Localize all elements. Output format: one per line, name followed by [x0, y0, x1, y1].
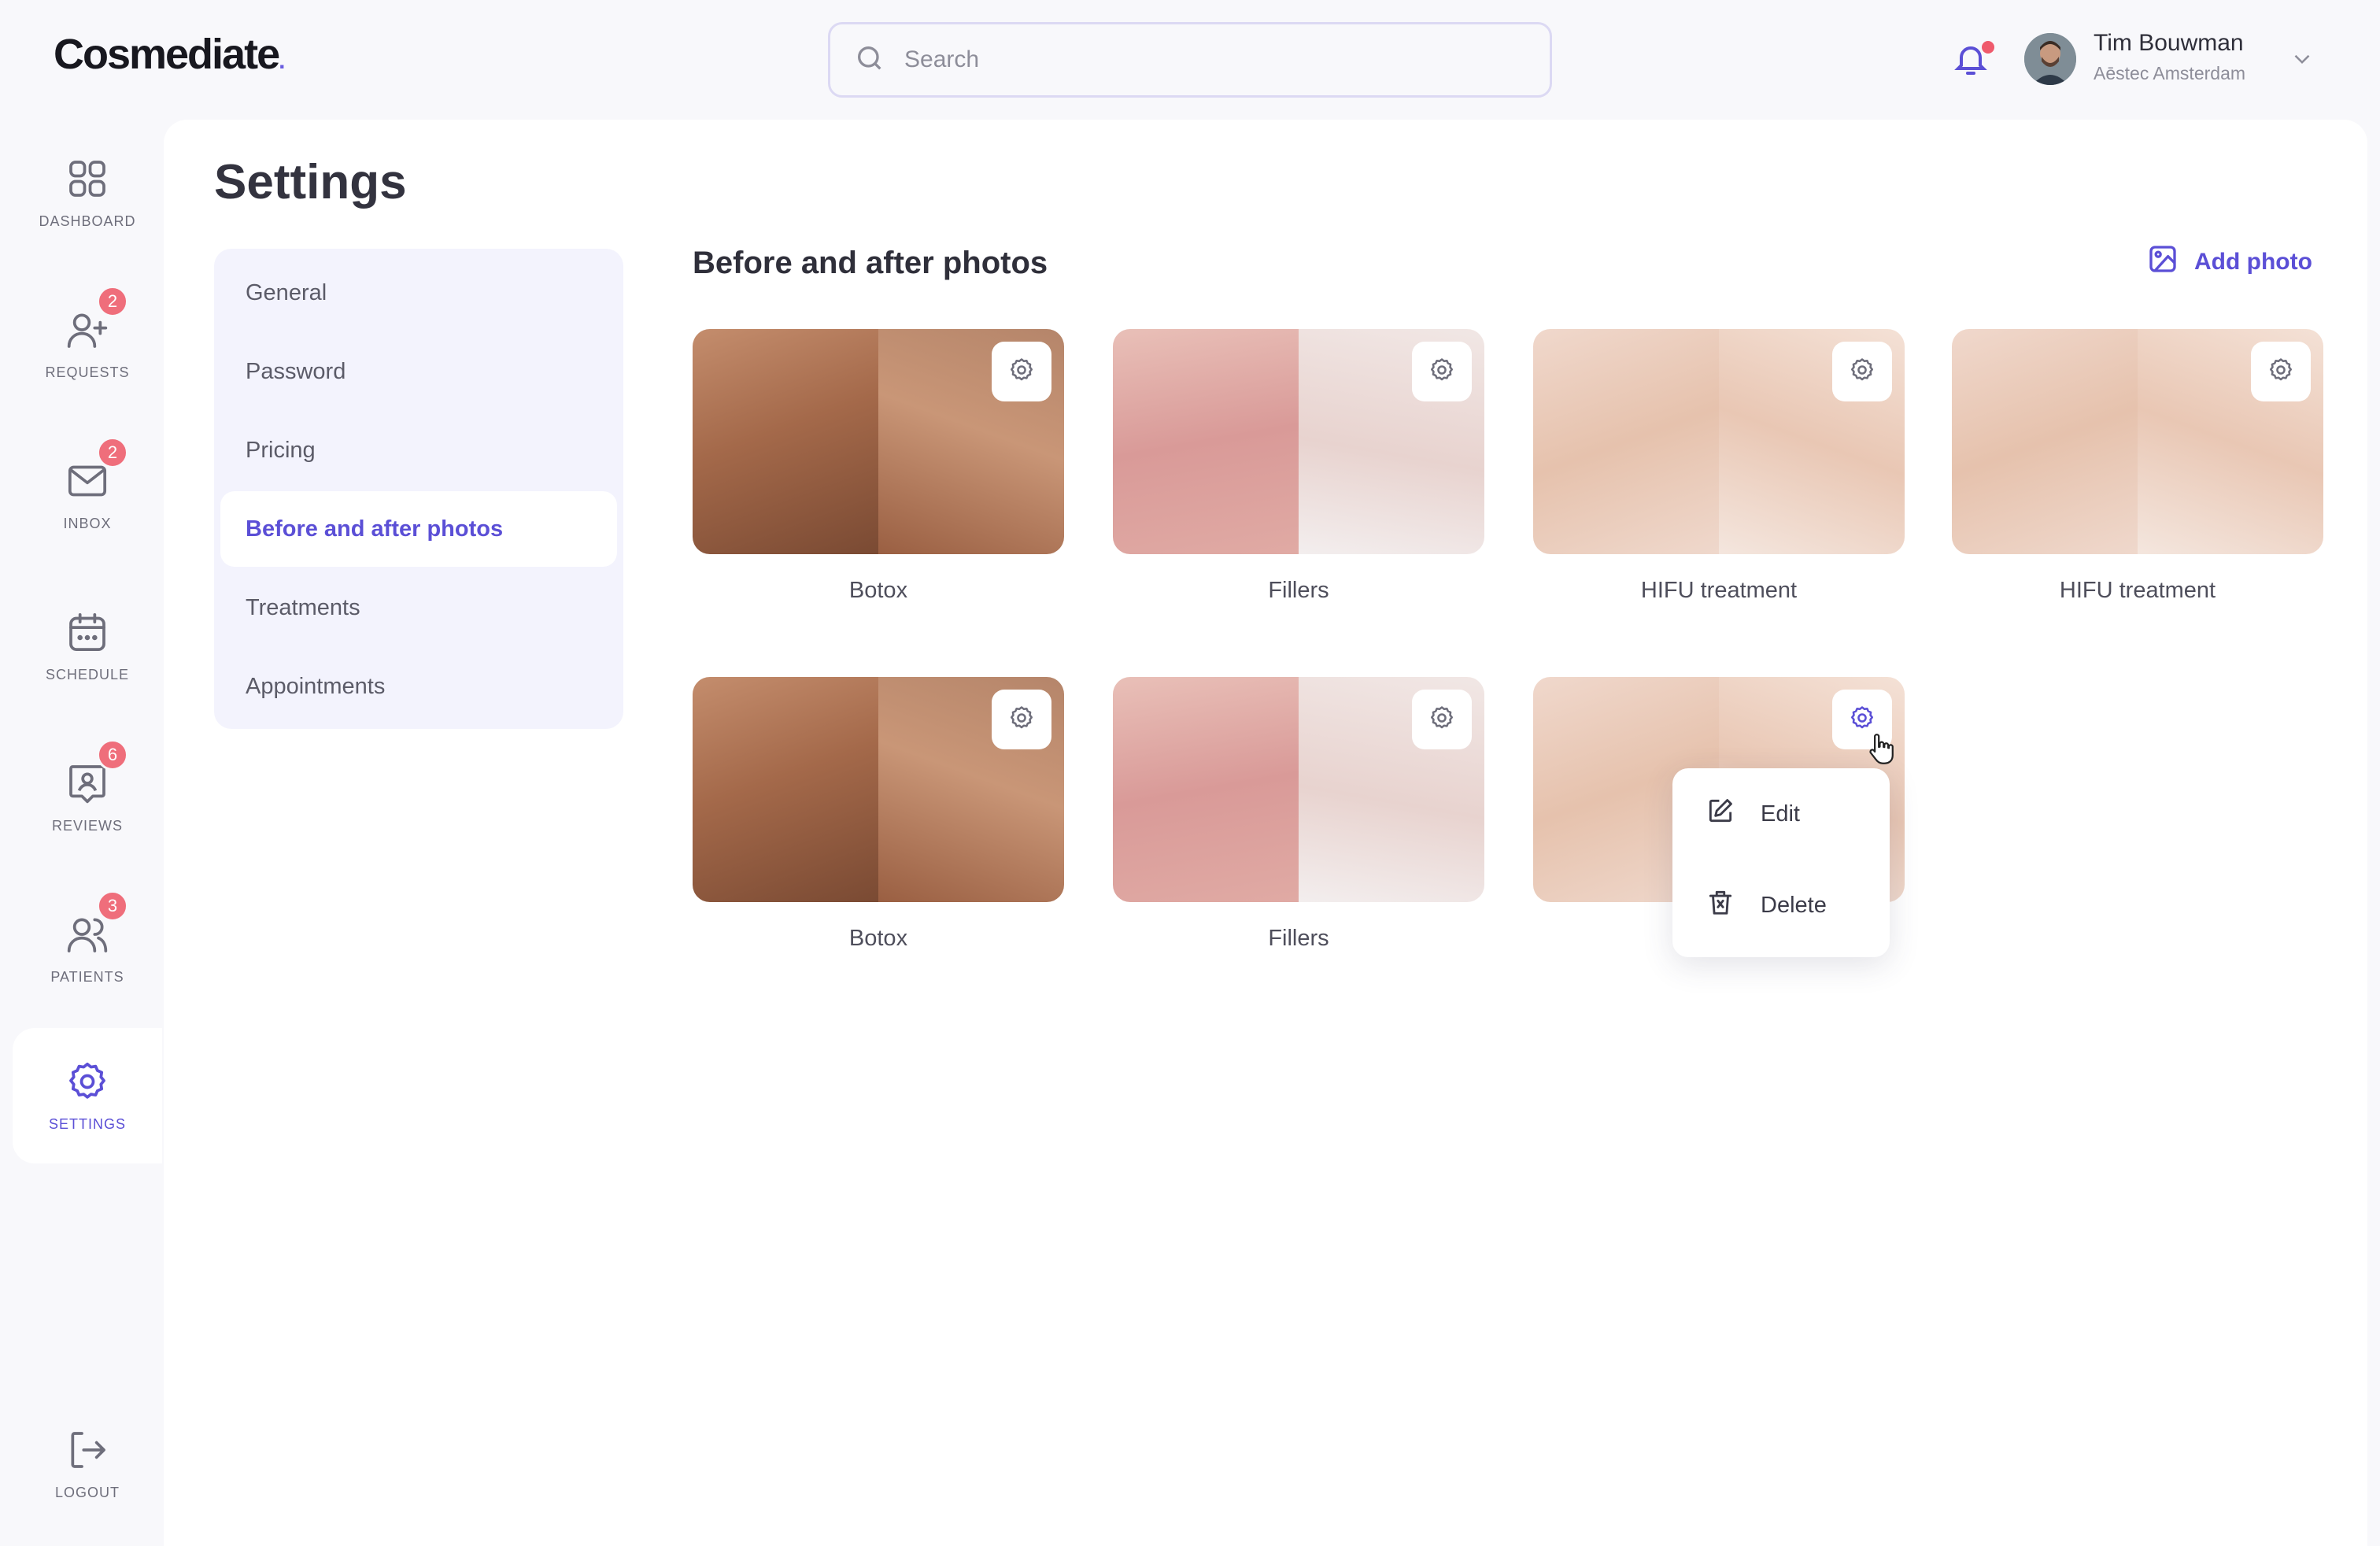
bell-icon: [1952, 46, 1990, 82]
photo-caption: Fillers: [1268, 926, 1329, 951]
before-image: [693, 329, 878, 554]
gear-icon: [2267, 357, 2294, 387]
photo-settings-button[interactable]: [992, 690, 1051, 749]
before-after-image[interactable]: [1113, 677, 1484, 902]
sidebar-item-requests[interactable]: 2 REQUESTS: [13, 277, 162, 411]
image-icon: [2147, 243, 2179, 281]
sidebar-item-dashboard[interactable]: DASHBOARD: [13, 126, 162, 260]
inbox-badge: 2: [97, 436, 128, 468]
photo-settings-button[interactable]: [1412, 342, 1472, 401]
gear-icon: [1849, 357, 1876, 387]
avatar[interactable]: [2024, 33, 2076, 85]
before-after-image[interactable]: [693, 329, 1064, 554]
settings-nav-password[interactable]: Password: [220, 334, 617, 409]
sidebar-item-label: REVIEWS: [51, 817, 123, 834]
photo-settings-button[interactable]: [1412, 690, 1472, 749]
page-title: Settings: [214, 155, 407, 209]
add-photo-button[interactable]: Add photo: [2147, 244, 2312, 280]
gear-icon: [1008, 705, 1035, 735]
settings-nav-pricing[interactable]: Pricing: [220, 412, 617, 488]
sidebar-item-inbox[interactable]: 2 INBOX: [13, 428, 162, 562]
photo-settings-button[interactable]: [1832, 342, 1892, 401]
before-after-image[interactable]: [693, 677, 1064, 902]
notifications-button[interactable]: [1952, 39, 1994, 82]
logo-dot: .: [279, 48, 285, 74]
app-logo[interactable]: Cosmediate.: [54, 30, 286, 79]
menu-item-delete[interactable]: Delete: [1672, 860, 1890, 951]
photo-settings-button[interactable]: [992, 342, 1051, 401]
trash-icon: [1706, 887, 1735, 923]
sidebar-item-patients[interactable]: 3 PATIENTS: [13, 882, 162, 1015]
logout-icon: [65, 1428, 109, 1472]
section-title: Before and after photos: [693, 246, 1048, 280]
settings-nav-general[interactable]: General: [220, 255, 617, 331]
user-name[interactable]: Tim Bouwman: [2094, 30, 2244, 57]
menu-item-edit[interactable]: Edit: [1672, 768, 1890, 860]
edit-icon: [1706, 796, 1735, 832]
sidebar: DASHBOARD 2 REQUESTS 2 INBOX SCHEDULE 6 …: [0, 118, 164, 1546]
photo-caption: Fillers: [1268, 578, 1329, 603]
before-image: [693, 677, 878, 902]
sidebar-item-label: PATIENTS: [50, 968, 124, 985]
sidebar-item-schedule[interactable]: SCHEDULE: [13, 579, 162, 713]
notification-dot: [1982, 41, 1994, 54]
logout-label: LOGOUT: [54, 1484, 120, 1500]
sidebar-item-settings[interactable]: SETTINGS: [13, 1028, 162, 1163]
photo-caption: HIFU treatment: [1640, 578, 1798, 603]
before-after-image[interactable]: [1952, 329, 2323, 554]
gear-icon: [65, 1060, 109, 1104]
photo-card[interactable]: Botox: [693, 677, 1064, 952]
photo-card[interactable]: HIFU treatment: [1952, 329, 2323, 604]
calendar-icon: [65, 610, 109, 654]
photo-settings-button[interactable]: [2251, 342, 2311, 401]
hand-cursor-icon: [1867, 732, 1897, 768]
sidebar-item-label: SETTINGS: [48, 1115, 126, 1132]
photo-card[interactable]: Fillers: [1113, 329, 1484, 604]
photo-card[interactable]: Botox: [693, 329, 1064, 604]
gear-icon: [1428, 357, 1455, 387]
menu-item-label: Delete: [1761, 892, 1827, 918]
users-icon: 3: [65, 890, 128, 956]
sidebar-item-label: REQUESTS: [45, 364, 130, 380]
gear-icon: [1849, 705, 1876, 735]
sidebar-item-label: INBOX: [63, 515, 112, 531]
search-bar[interactable]: [828, 22, 1552, 98]
sidebar-item-label: SCHEDULE: [45, 666, 130, 682]
user-organization: Aēstec Amsterdam: [2094, 63, 2246, 83]
search-input[interactable]: [904, 46, 1534, 73]
before-image: [1113, 329, 1299, 554]
patients-badge: 3: [97, 890, 128, 922]
sidebar-item-label: DASHBOARD: [39, 213, 136, 229]
settings-nav-before-after-photos[interactable]: Before and after photos: [220, 491, 617, 567]
settings-nav-treatments[interactable]: Treatments: [220, 570, 617, 645]
photo-card[interactable]: HIFU treatment: [1533, 329, 1905, 604]
review-icon: 6: [65, 738, 128, 805]
before-after-image[interactable]: [1533, 329, 1905, 554]
reviews-badge: 6: [97, 738, 128, 771]
before-image: [1533, 329, 1719, 554]
logout-button[interactable]: LOGOUT: [13, 1401, 162, 1527]
photo-caption: Botox: [848, 926, 908, 951]
chevron-down-icon[interactable]: [2289, 46, 2315, 72]
before-image: [1952, 329, 2138, 554]
before-image: [1113, 677, 1299, 902]
user-plus-icon: 2: [65, 285, 128, 352]
dashboard-grid-icon: [65, 157, 109, 201]
settings-nav-appointments[interactable]: Appointments: [220, 649, 617, 724]
logo-text: Cosmediate: [54, 31, 280, 78]
add-photo-label: Add photo: [2194, 249, 2312, 275]
photo-card[interactable]: Fillers: [1113, 677, 1484, 952]
gear-icon: [1428, 705, 1455, 735]
gear-icon: [1008, 357, 1035, 387]
requests-badge: 2: [97, 285, 128, 317]
mail-icon: 2: [65, 436, 128, 503]
menu-item-label: Edit: [1761, 801, 1800, 827]
photo-caption: HIFU treatment: [2059, 578, 2216, 603]
photo-context-menu: Edit Delete: [1672, 768, 1890, 957]
photo-caption: Botox: [848, 578, 908, 603]
settings-nav: General Password Pricing Before and afte…: [214, 249, 623, 729]
before-after-image[interactable]: [1113, 329, 1484, 554]
search-icon: [854, 43, 885, 78]
sidebar-item-reviews[interactable]: 6 REVIEWS: [13, 730, 162, 864]
